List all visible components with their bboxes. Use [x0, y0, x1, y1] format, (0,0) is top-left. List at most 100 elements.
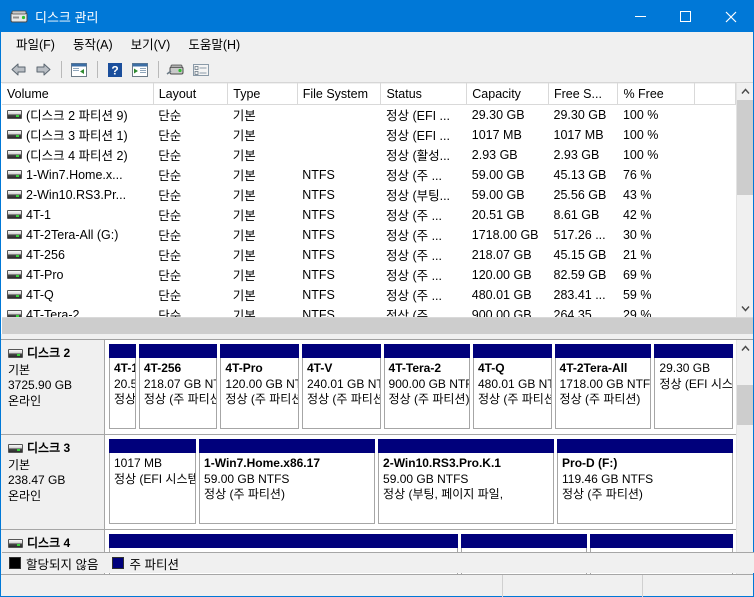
legend-unallocated-swatch: [9, 557, 21, 569]
disk-type: 기본: [8, 362, 31, 377]
cell-volume-label: 4T-Q: [26, 287, 54, 302]
properties-icon[interactable]: [128, 59, 152, 81]
scroll-up-icon[interactable]: [737, 83, 753, 100]
table-row[interactable]: 4T-2Tera-All (G:) 단순 기본 NTFS 정상 (주 ... 1718.0…: [2, 225, 736, 245]
drive-icon: [7, 150, 22, 159]
partition-details: 29.30 GB정상 (EFI 시스템 파티션): [654, 358, 733, 429]
close-button[interactable]: [708, 1, 753, 32]
partition-block[interactable]: 4T-120.51 GB NTFS정상 (주 파티션): [109, 344, 136, 429]
up-one-level-icon[interactable]: [67, 59, 91, 81]
cell-status: 정상 (주 ...: [385, 169, 442, 183]
partition-block[interactable]: 4T-Tera-2900.00 GB NTFS정상 (주 파티션): [383, 344, 470, 429]
menu-view[interactable]: 보기(V): [122, 31, 180, 57]
column-header-layout[interactable]: Layout: [153, 83, 229, 105]
status-bar-right: [643, 575, 753, 597]
column-header-free-space[interactable]: Free S...: [548, 83, 619, 105]
disk-graph-area[interactable]: 디스크 2기본3725.90 GB온라인4T-120.51 GB NTFS정상 …: [1, 340, 736, 574]
show-hide-console-tree-icon[interactable]: [189, 59, 213, 81]
cell-volume: 4T-1: [2, 205, 153, 225]
table-row[interactable]: (디스크 4 파티션 2) 단순 기본 정상 (활성... 2.93 GB 2.93 GB…: [2, 145, 736, 165]
graph-scroll-thumb[interactable]: [737, 385, 753, 425]
minimize-button[interactable]: [618, 1, 663, 32]
table-row[interactable]: 4T-Pro 단순 기본 NTFS 정상 (주 ... 120.00 GB 82.59 GB…: [2, 265, 736, 285]
table-row[interactable]: (디스크 3 파티션 1) 단순 기본 정상 (EFI ... 1017 MB 1017 …: [2, 125, 736, 145]
volume-grid[interactable]: Volume Layout Type File System Status Ca…: [2, 83, 736, 317]
menu-help[interactable]: 도움말(H): [179, 31, 249, 57]
cell-filler: [695, 145, 736, 165]
graph-scroll-up-icon[interactable]: [737, 340, 753, 357]
partition-size: 480.01 GB NTFS: [477, 376, 551, 391]
scroll-down-icon[interactable]: [737, 300, 753, 317]
partition-size: 1017 MB: [114, 456, 163, 470]
partition-block[interactable]: 29.30 GB정상 (EFI 시스템 파티션): [654, 344, 733, 429]
disk-name: 디스크 4: [27, 536, 71, 550]
table-row[interactable]: 1-Win7.Home.x... 단순 기본 NTFS 정상 (주 ... 59.00 G…: [2, 165, 736, 185]
cell-volume: 1-Win7.Home.x...: [2, 165, 153, 185]
partition-block[interactable]: 1017 MB정상 (EFI 시스템 파티션): [109, 439, 197, 524]
partition-block[interactable]: 4T-2Tera-All 1718.00 GB NTFS 정상 (주 파티션): [554, 344, 652, 429]
partition-block[interactable]: 4T-256218.07 GB NTFS정상 (주 파티션): [138, 344, 218, 429]
cell-capacity: 2.93 GB: [471, 147, 518, 162]
rescan-disks-icon[interactable]: [164, 59, 188, 81]
column-header-capacity[interactable]: Capacity: [466, 83, 549, 105]
partition-block[interactable]: Pro-D (F:) 119.46 GB NTFS 정상 (주 파티션): [557, 439, 733, 524]
svg-text:?: ?: [111, 63, 118, 77]
cell-volume-label: 2-Win10.RS3.Pr...: [26, 187, 127, 202]
cell-layout: 단순: [158, 169, 182, 183]
cell-status: 정상 (주 ...: [385, 229, 442, 243]
disk-info-panel[interactable]: 디스크 2 기본 3725.90 GB 온라인: [1, 340, 105, 434]
cell-volume: (디스크 2 파티션 9): [2, 105, 153, 125]
column-header-file-system[interactable]: File System: [297, 83, 382, 105]
drive-icon: [7, 130, 22, 139]
graph-scroll-track[interactable]: [737, 357, 753, 557]
partition-block[interactable]: 1-Win7.Home.x86.17 59.00 GB NTFS 정상 (주 파티션…: [199, 439, 376, 524]
table-row[interactable]: 4T-1 단순 기본 NTFS 정상 (주 ... 20.51 GB 8.61 GB 42 %: [2, 205, 736, 225]
column-header-status[interactable]: Status: [380, 83, 468, 105]
column-header-volume[interactable]: Volume: [2, 83, 154, 105]
menu-action[interactable]: 동작(A): [64, 31, 122, 57]
partition-size: 20.51 GB NTFS: [114, 376, 135, 391]
volume-list-pane: Volume Layout Type File System Status Ca…: [1, 83, 753, 334]
partition-block[interactable]: 2-Win10.RS3.Pro.K.1 59.00 GB NTFS 정상 (부팅, …: [378, 439, 555, 524]
partition-details: 4T-Q480.01 GB NTFS정상 (주 파티션): [472, 358, 552, 429]
disk-row[interactable]: 디스크 3 기본238.47 GB온라인 1017 MB정상 (EFI 시스템 파티…: [1, 435, 736, 530]
partition-block[interactable]: 4T-V240.01 GB NTFS정상 (주 파티션): [301, 344, 381, 429]
cell-layout: 단순: [158, 229, 182, 243]
partition-strip: 4T-120.51 GB NTFS정상 (주 파티션)4T-256218.07 …: [105, 340, 736, 434]
scroll-thumb[interactable]: [737, 100, 753, 195]
table-row[interactable]: 4T-Q 단순 기본 NTFS 정상 (주 ... 480.01 GB 283.41 ...…: [2, 285, 736, 305]
menu-file[interactable]: 파일(F): [7, 31, 64, 57]
partition-color-bar: [590, 534, 733, 548]
partition-color-bar: [472, 344, 552, 358]
cell-volume-label: 4T-1: [26, 207, 52, 222]
volume-list-horizontal-scrollbar[interactable]: [2, 317, 753, 334]
partition-details: 1-Win7.Home.x86.17 59.00 GB NTFS 정상 (주 파티션…: [199, 453, 376, 524]
cell-free-space: 45.13 GB: [553, 167, 607, 182]
partition-block[interactable]: 4T-Pro120.00 GB NTFS정상 (주 파티션): [220, 344, 299, 429]
horizontal-scroll-thumb[interactable]: [2, 318, 753, 334]
table-row[interactable]: (디스크 2 파티션 9) 단순 기본 정상 (EFI ... 29.30 GB 29.3…: [2, 105, 736, 125]
partition-color-bar: [220, 344, 299, 358]
cell-volume: 4T-256: [2, 245, 153, 265]
table-row[interactable]: 4T-256 단순 기본 NTFS 정상 (주 ... 218.07 GB 45.15 GB…: [2, 245, 736, 265]
scroll-track[interactable]: [737, 100, 753, 300]
forward-icon[interactable]: [31, 59, 55, 81]
drive-icon: [7, 190, 22, 199]
table-row[interactable]: 2-Win10.RS3.Pr... 단순 기본 NTFS 정상 (부팅... 59.00 …: [2, 185, 736, 205]
back-icon[interactable]: [6, 59, 30, 81]
drive-icon: [7, 250, 22, 259]
drive-icon: [7, 170, 22, 179]
column-header-type[interactable]: Type: [227, 83, 298, 105]
cell-type: 기본: [232, 249, 256, 263]
disk-row[interactable]: 디스크 2기본3725.90 GB온라인4T-120.51 GB NTFS정상 …: [1, 340, 736, 435]
cell-volume-label: 1-Win7.Home.x...: [26, 167, 123, 182]
graph-vertical-scrollbar[interactable]: [736, 340, 753, 574]
column-header-filler[interactable]: [694, 83, 736, 105]
partition-block[interactable]: 4T-Q480.01 GB NTFS정상 (주 파티션): [472, 344, 552, 429]
disk-info-panel[interactable]: 디스크 3 기본 238.47 GB 온라인: [1, 435, 105, 529]
help-icon[interactable]: ?: [103, 59, 127, 81]
maximize-button[interactable]: [663, 1, 708, 32]
column-header-percent-free[interactable]: % Free: [617, 83, 696, 105]
table-row[interactable]: 4T-Tera-2 단순 기본 NTFS 정상 (주 ... 900.00 GB 264.3…: [2, 305, 736, 317]
volume-list-vertical-scrollbar[interactable]: [736, 83, 753, 317]
